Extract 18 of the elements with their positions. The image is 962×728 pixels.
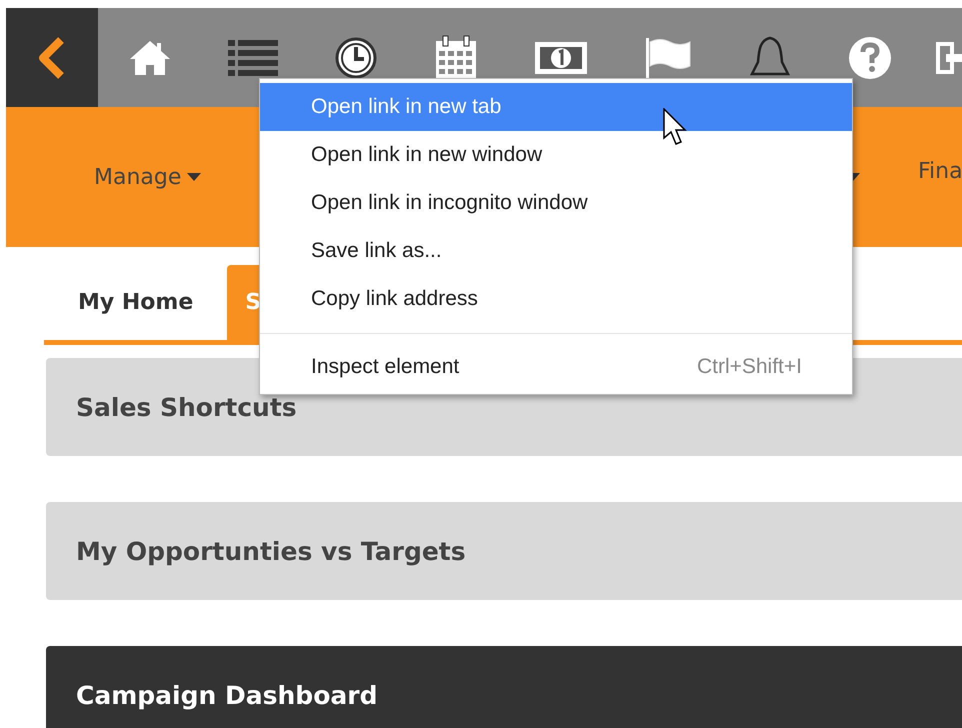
caret-icon bbox=[187, 173, 202, 181]
menu-item[interactable]: Save link as... bbox=[260, 227, 852, 275]
menu-item[interactable]: Open link in incognito window bbox=[260, 179, 852, 227]
menu-item[interactable]: Copy link address bbox=[260, 275, 852, 323]
cursor-icon bbox=[663, 108, 687, 146]
banknote-icon[interactable] bbox=[534, 40, 588, 76]
panel-header[interactable]: My Opportunties vs Targets bbox=[46, 502, 962, 600]
menu-item[interactable]: Open link in new window bbox=[260, 131, 852, 179]
nav-menu-item[interactable]: Fina bbox=[918, 159, 962, 184]
clock-icon[interactable] bbox=[334, 36, 378, 80]
nav-menu-item[interactable]: Manage bbox=[94, 164, 202, 190]
calendar-icon[interactable] bbox=[434, 34, 478, 80]
flag-icon[interactable] bbox=[644, 36, 692, 80]
panel-header[interactable]: Campaign Dashboard bbox=[46, 646, 962, 728]
help-icon[interactable] bbox=[848, 36, 892, 80]
list-icon[interactable] bbox=[228, 38, 278, 78]
menu-item[interactable]: Open link in new tab bbox=[260, 83, 852, 131]
back-button[interactable] bbox=[6, 8, 98, 107]
